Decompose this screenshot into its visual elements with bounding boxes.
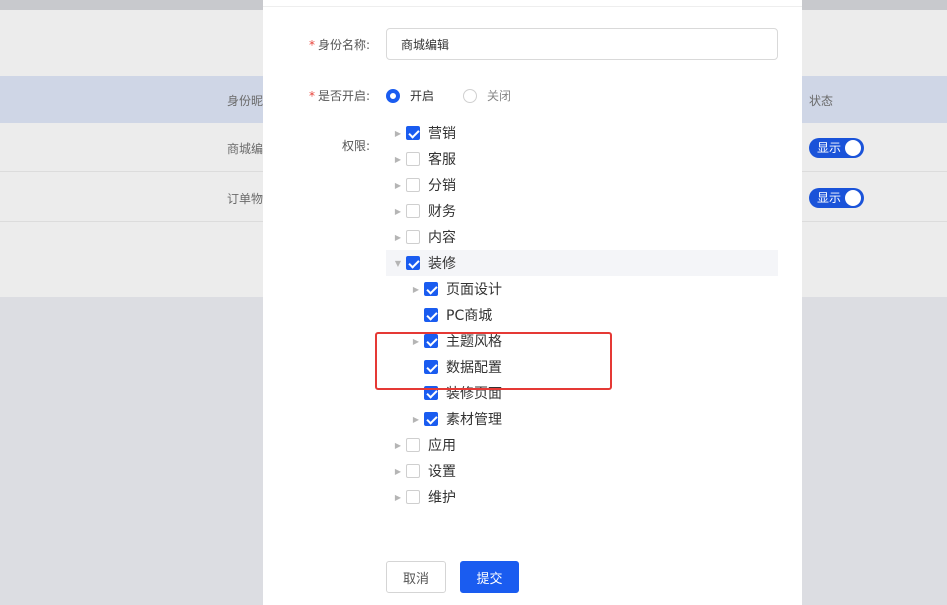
tree-node-label: 设置	[428, 464, 456, 480]
expand-arrow-icon[interactable]: ▶	[408, 415, 424, 424]
checkbox[interactable]	[424, 334, 438, 348]
expand-arrow-icon[interactable]: ▶	[390, 233, 406, 242]
submit-button[interactable]: 提交	[460, 561, 519, 593]
radio-enable-on[interactable]: 开启	[386, 87, 434, 104]
checkbox[interactable]	[406, 464, 420, 478]
tree-node-finance[interactable]: ▶ 财务	[390, 198, 778, 224]
column-header-status: 状态	[809, 94, 834, 108]
tree-node-apps[interactable]: ▶ 应用	[390, 432, 778, 458]
checkbox[interactable]	[406, 204, 420, 218]
tree-node-label: 装修页面	[446, 386, 502, 402]
status-toggle-label: 显示	[817, 191, 842, 205]
expand-arrow-icon[interactable]: ▶	[408, 337, 424, 346]
tree-node-label: 应用	[428, 438, 456, 454]
tree-node-label: 装修	[428, 256, 456, 272]
checkbox[interactable]	[406, 126, 420, 140]
checkbox[interactable]	[424, 412, 438, 426]
tree-node-label: 内容	[428, 230, 456, 246]
tree-node-decoration-pages[interactable]: 装修页面	[408, 380, 778, 406]
radio-unselected-icon	[463, 88, 477, 103]
required-mark: *	[308, 89, 315, 103]
checkbox[interactable]	[424, 282, 438, 296]
tree-node-maintenance[interactable]: ▶ 维护	[390, 484, 778, 510]
tree-node-marketing[interactable]: ▶ 营销	[390, 120, 778, 146]
tree-node-label: 营销	[428, 126, 456, 142]
tree-node-decoration[interactable]: ▼ 装修	[386, 250, 778, 276]
tree-node-label: 主题风格	[446, 334, 502, 350]
role-name-input[interactable]	[386, 28, 778, 60]
tree-node-distribution[interactable]: ▶ 分销	[390, 172, 778, 198]
required-mark: *	[308, 38, 315, 52]
tree-node-settings[interactable]: ▶ 设置	[390, 458, 778, 484]
expand-arrow-icon[interactable]: ▶	[390, 155, 406, 164]
enable-label: * 是否开启:	[308, 89, 370, 103]
status-toggle[interactable]: 显示	[809, 188, 864, 208]
radio-enable-off[interactable]: 关闭	[463, 87, 511, 104]
tree-node-label: 素材管理	[446, 412, 502, 428]
radio-selected-icon	[386, 88, 400, 103]
tree-node-data-config[interactable]: 数据配置	[408, 354, 778, 380]
expand-arrow-icon[interactable]: ▶	[390, 207, 406, 216]
expand-arrow-icon[interactable]: ▶	[390, 181, 406, 190]
status-toggle[interactable]: 显示	[809, 138, 864, 158]
tree-node-label: 分销	[428, 178, 456, 194]
checkbox[interactable]	[406, 490, 420, 504]
checkbox[interactable]	[406, 438, 420, 452]
checkbox[interactable]	[424, 308, 438, 322]
permissions-label: 权限:	[341, 139, 370, 153]
name-label: * 身份名称:	[308, 38, 370, 52]
status-toggle-label: 显示	[817, 141, 842, 155]
tree-node-label: 数据配置	[446, 360, 502, 376]
toggle-knob	[845, 140, 861, 156]
tree-node-label: 页面设计	[446, 282, 502, 298]
checkbox[interactable]	[424, 360, 438, 374]
tree-node-page-design[interactable]: ▶ 页面设计	[408, 276, 778, 302]
tree-node-label: 财务	[428, 204, 456, 220]
expand-arrow-icon[interactable]: ▶	[390, 129, 406, 138]
expand-arrow-icon[interactable]: ▶	[390, 493, 406, 502]
row-name-cell: 订单物	[227, 192, 264, 206]
checkbox[interactable]	[424, 386, 438, 400]
tree-node-pc-mall[interactable]: PC商城	[408, 302, 778, 328]
expand-arrow-icon[interactable]: ▶	[390, 467, 406, 476]
tree-node-asset-management[interactable]: ▶ 素材管理	[408, 406, 778, 432]
checkbox[interactable]	[406, 256, 420, 270]
cancel-button[interactable]: 取消	[386, 561, 446, 593]
tree-node-content[interactable]: ▶ 内容	[390, 224, 778, 250]
row-name-cell: 商城编	[227, 142, 264, 156]
tree-node-label: 维护	[428, 490, 456, 506]
expand-arrow-icon[interactable]: ▶	[390, 441, 406, 450]
tree-node-customer-service[interactable]: ▶ 客服	[390, 146, 778, 172]
radio-label: 开启	[410, 89, 435, 103]
toggle-knob	[845, 190, 861, 206]
checkbox[interactable]	[406, 152, 420, 166]
column-header-name: 身份昵	[227, 94, 264, 108]
radio-label: 关闭	[487, 89, 512, 103]
checkbox[interactable]	[406, 230, 420, 244]
checkbox[interactable]	[406, 178, 420, 192]
expand-arrow-icon[interactable]: ▶	[408, 285, 424, 294]
collapse-arrow-icon[interactable]: ▼	[390, 259, 406, 268]
dialog-divider	[263, 6, 802, 7]
tree-node-label: PC商城	[446, 308, 493, 324]
tree-node-theme-style[interactable]: ▶ 主题风格	[408, 328, 778, 354]
tree-node-label: 客服	[428, 152, 456, 168]
